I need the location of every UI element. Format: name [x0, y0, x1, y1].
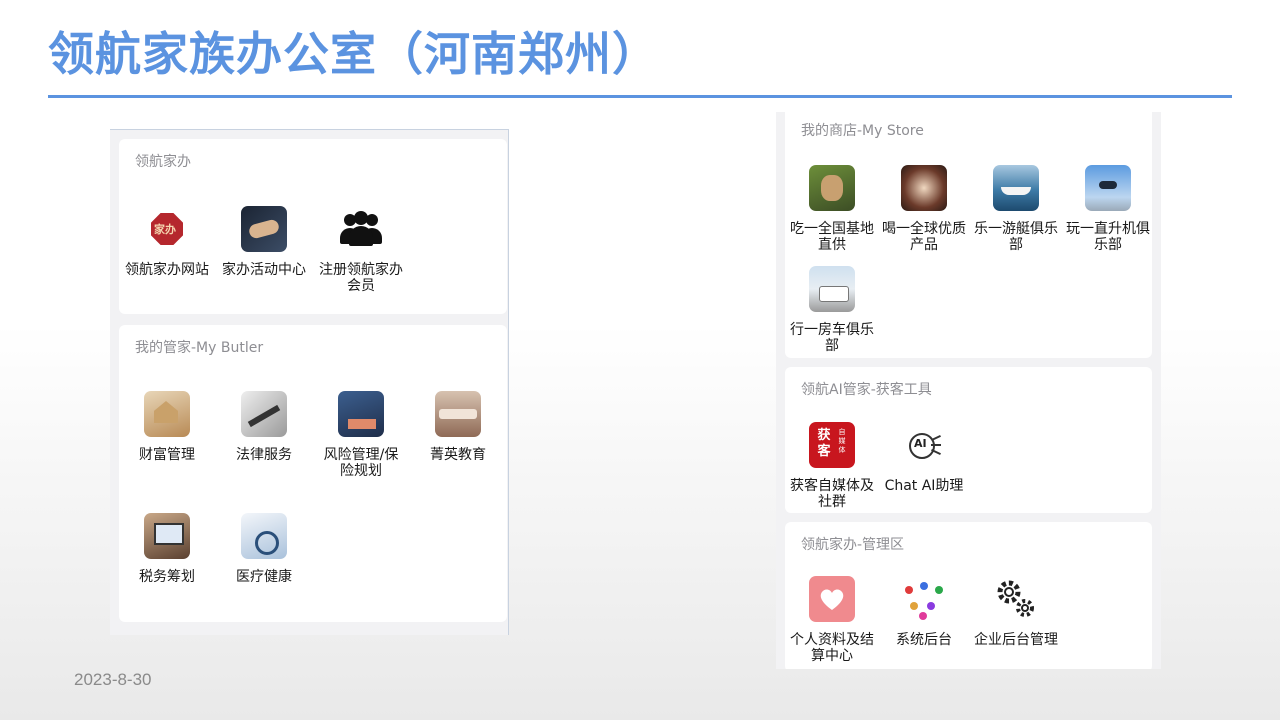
- section-title: 我的商店-My Store: [801, 123, 924, 139]
- app-label: 个人资料及结算中心: [790, 632, 874, 664]
- app-system-backend[interactable]: 系统后台: [877, 576, 971, 648]
- app-label: 医疗健康: [236, 569, 292, 585]
- app-tax-planning[interactable]: 税务筹划: [120, 513, 214, 585]
- title-underline: [48, 95, 1232, 98]
- handshake-icon: [241, 206, 287, 252]
- slide-title: 领航家族办公室（河南郑州）: [48, 27, 659, 81]
- app-label: 吃一全国基地直供: [790, 221, 874, 253]
- app-legal-services[interactable]: 法律服务: [217, 391, 311, 463]
- network-people-icon: [901, 576, 947, 622]
- section-title: 我的管家-My Butler: [135, 340, 264, 356]
- helicopter-icon: [1085, 165, 1131, 211]
- app-label: 风险管理/保险规划: [323, 447, 399, 479]
- app-risk-insurance[interactable]: 风险管理/保险规划: [314, 391, 408, 479]
- app-label: 税务筹划: [139, 569, 195, 585]
- ai-brain-icon: AI: [901, 422, 947, 468]
- app-label: Chat AI助理: [884, 478, 964, 494]
- people-group-icon: [338, 206, 384, 252]
- app-label: 行一房车俱乐部: [790, 322, 874, 354]
- section-title: 领航AI管家-获客工具: [801, 382, 932, 398]
- app-store-rv[interactable]: 行一房车俱乐部: [785, 266, 879, 354]
- app-store-drink[interactable]: 喝一全球优质产品: [877, 165, 971, 253]
- food-icon: [809, 165, 855, 211]
- drink-toast-icon: [901, 165, 947, 211]
- app-label: 家办活动中心: [222, 262, 306, 278]
- butler-card: 我的管家-My Butler 财富管理 法律服务 风险管理/保险规划 菁英教育 …: [119, 325, 507, 622]
- app-store-eat[interactable]: 吃一全国基地直供: [785, 165, 879, 253]
- app-label: 法律服务: [236, 447, 292, 463]
- law-gavel-icon: [241, 391, 287, 437]
- app-label: 获客自媒体及社群: [790, 478, 874, 510]
- ai-card: 领航AI管家-获客工具 获客 自媒体 获客自媒体及社群 AI Chat AI助理: [785, 367, 1152, 513]
- huoke-logo-icon: 获客 自媒体: [809, 422, 855, 468]
- app-elite-education[interactable]: 菁英教育: [411, 391, 505, 463]
- rv-camper-icon: [809, 266, 855, 312]
- heart-icon: [809, 576, 855, 622]
- app-label: 菁英教育: [430, 447, 486, 463]
- app-label: 喝一全球优质产品: [882, 221, 966, 253]
- app-register-member[interactable]: 注册领航家办会员: [314, 206, 408, 294]
- ai-icon-text: AI: [914, 437, 927, 450]
- store-card: 我的商店-My Store 吃一全国基地直供 喝一全球优质产品 乐一游艇俱乐部 …: [785, 112, 1152, 358]
- tax-laptop-icon: [144, 513, 190, 559]
- app-store-helicopter[interactable]: 玩一直升机俱乐部: [1061, 165, 1155, 253]
- left-app-screenshot: 领航家办 领航家办网站 家办活动中心 注册领航家办会员 我的管家-My Butl…: [110, 129, 509, 635]
- app-enterprise-backend[interactable]: 企业后台管理: [969, 576, 1063, 648]
- huoke-logo-subtext: 自媒体: [838, 428, 846, 454]
- app-profile-settlement[interactable]: 个人资料及结算中心: [785, 576, 879, 664]
- admin-card: 领航家办-管理区 个人资料及结算中心 系统后台 企业后台管理: [785, 522, 1152, 669]
- seal-logo-icon: [144, 206, 190, 252]
- app-label: 乐一游艇俱乐部: [974, 221, 1058, 253]
- family-office-card: 领航家办 领航家办网站 家办活动中心 注册领航家办会员: [119, 139, 507, 314]
- slide-date: 2023-8-30: [74, 670, 152, 689]
- right-app-screenshot: 我的商店-My Store 吃一全国基地直供 喝一全球优质产品 乐一游艇俱乐部 …: [776, 112, 1161, 669]
- app-huoke-media[interactable]: 获客 自媒体 获客自媒体及社群: [785, 422, 879, 510]
- app-label: 系统后台: [896, 632, 952, 648]
- app-medical-health[interactable]: 医疗健康: [217, 513, 311, 585]
- section-title: 领航家办-管理区: [801, 537, 905, 553]
- section-title: 领航家办: [135, 154, 191, 170]
- education-class-icon: [435, 391, 481, 437]
- app-label: 注册领航家办会员: [319, 262, 403, 294]
- app-label: 玩一直升机俱乐部: [1066, 221, 1150, 253]
- app-wealth-management[interactable]: 财富管理: [120, 391, 214, 463]
- app-family-office-website[interactable]: 领航家办网站: [120, 206, 214, 278]
- app-label: 企业后台管理: [974, 632, 1058, 648]
- app-activity-center[interactable]: 家办活动中心: [217, 206, 311, 278]
- medical-stethoscope-icon: [241, 513, 287, 559]
- gears-icon: [993, 576, 1039, 622]
- app-chat-ai[interactable]: AI Chat AI助理: [877, 422, 971, 494]
- app-label: 领航家办网站: [125, 262, 209, 278]
- wealth-house-icon: [144, 391, 190, 437]
- huoke-logo-text: 获客: [817, 428, 831, 459]
- yacht-icon: [993, 165, 1039, 211]
- app-label: 财富管理: [139, 447, 195, 463]
- risk-chart-icon: [338, 391, 384, 437]
- app-store-yacht[interactable]: 乐一游艇俱乐部: [969, 165, 1063, 253]
